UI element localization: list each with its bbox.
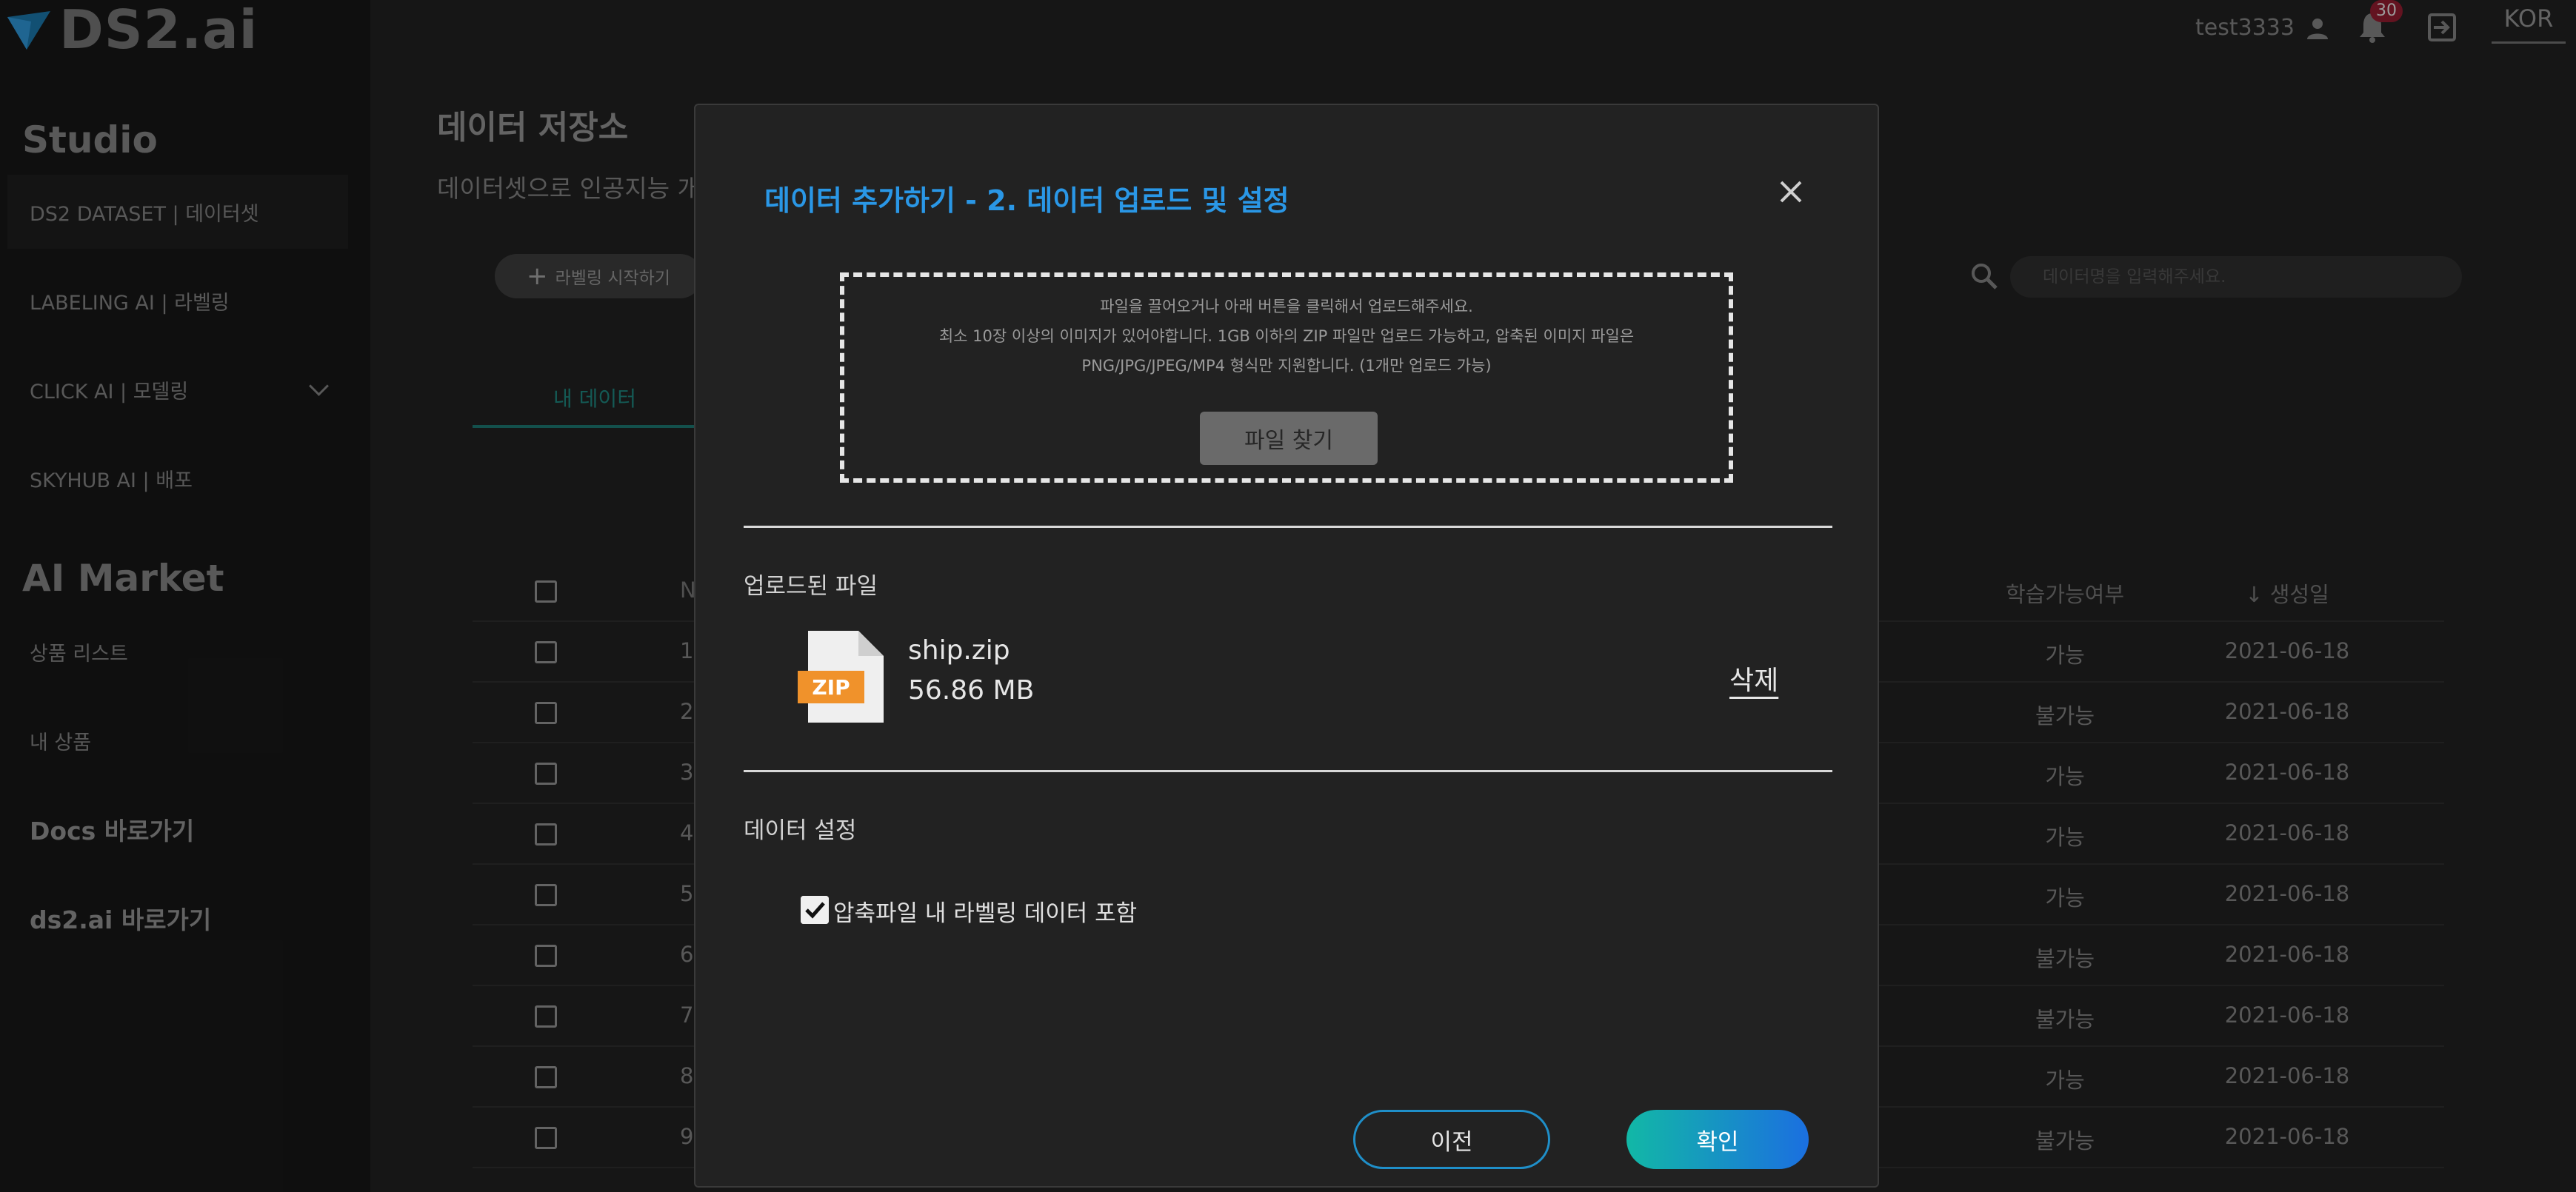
add-data-modal: 데이터 추가하기 - 2. 데이터 업로드 및 설정 파일을 끌어오거나 아래 …: [694, 104, 1879, 1188]
include-labels-text[interactable]: 압축파일 내 라벨링 데이터 포함: [833, 894, 1137, 928]
modal-title: 데이터 추가하기 - 2. 데이터 업로드 및 설정: [764, 184, 1289, 217]
data-settings-label: 데이터 설정: [744, 817, 857, 844]
browse-files-button[interactable]: 파일 찾기: [1200, 412, 1378, 465]
include-labels-checkbox[interactable]: [801, 896, 829, 924]
zip-file-icon: ZIP: [798, 631, 884, 723]
uploaded-files-label: 업로드된 파일: [744, 573, 878, 600]
divider: [744, 770, 1832, 772]
close-icon[interactable]: [1772, 173, 1809, 210]
uploaded-file-size: 56.86 MB: [908, 675, 1035, 706]
previous-button[interactable]: 이전: [1353, 1110, 1550, 1169]
dropzone-instruction: 파일을 끌어오거나 아래 버튼을 클릭해서 업로드해주세요.: [1100, 298, 1473, 315]
uploaded-file-name: ship.zip: [908, 635, 1010, 666]
confirm-button[interactable]: 확인: [1626, 1110, 1809, 1169]
dropzone-formats: PNG/JPG/JPEG/MP4 형식만 지원합니다. (1개만 업로드 가능): [1081, 357, 1492, 375]
checkmark-icon: [801, 896, 829, 924]
dropzone-requirements: 최소 10장 이상의 이미지가 있어야합니다. 1GB 이하의 ZIP 파일만 …: [938, 327, 1635, 345]
delete-file-link[interactable]: 삭제: [1729, 659, 1778, 697]
divider: [744, 526, 1832, 528]
file-dropzone[interactable]: 파일을 끌어오거나 아래 버튼을 클릭해서 업로드해주세요. 최소 10장 이상…: [840, 272, 1733, 483]
zip-icon-label: ZIP: [812, 675, 850, 700]
